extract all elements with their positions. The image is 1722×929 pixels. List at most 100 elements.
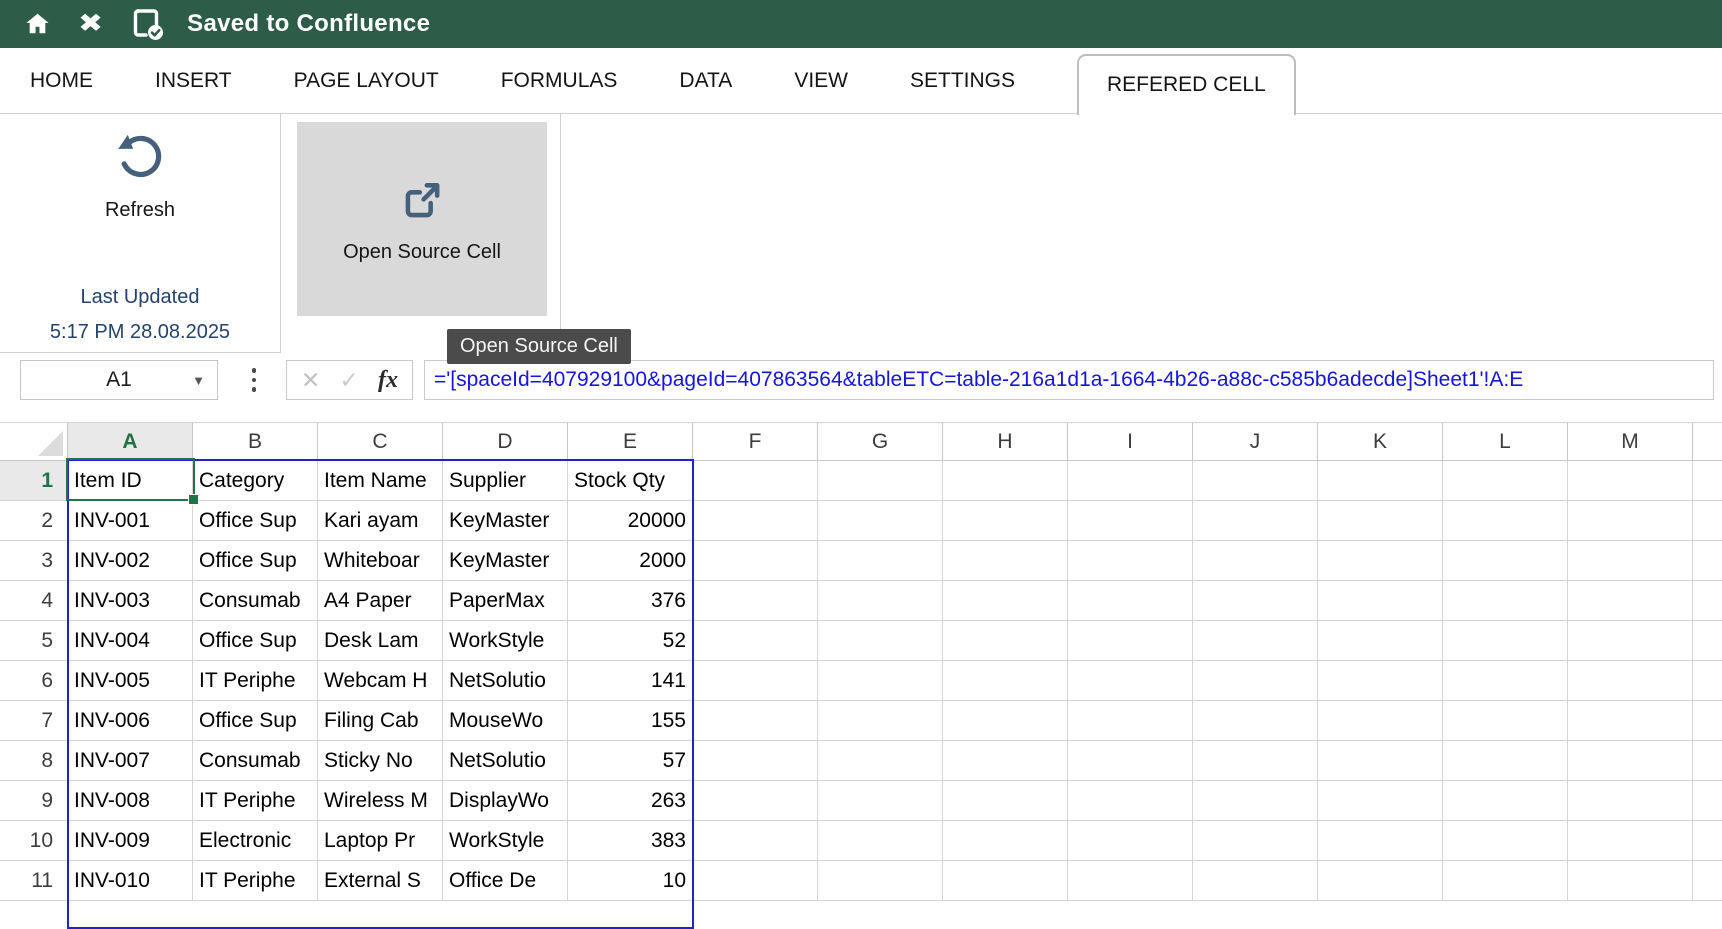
cell-C4[interactable]: A4 Paper xyxy=(318,581,443,621)
cell-L11[interactable] xyxy=(1443,861,1568,901)
cell-K6[interactable] xyxy=(1318,661,1443,701)
cell-I4[interactable] xyxy=(1068,581,1193,621)
cell-G7[interactable] xyxy=(818,701,943,741)
cell-M11[interactable] xyxy=(1568,861,1693,901)
cell-E3[interactable]: 2000 xyxy=(568,541,693,581)
tab-settings[interactable]: SETTINGS xyxy=(910,48,1015,113)
cell-H8[interactable] xyxy=(943,741,1068,781)
cell-F10[interactable] xyxy=(693,821,818,861)
cell-L5[interactable] xyxy=(1443,621,1568,661)
confirm-entry-icon[interactable]: ✓ xyxy=(340,367,359,394)
cell-H7[interactable] xyxy=(943,701,1068,741)
cell-J7[interactable] xyxy=(1193,701,1318,741)
cell-C3[interactable]: Whiteboar xyxy=(318,541,443,581)
cell-I8[interactable] xyxy=(1068,741,1193,781)
cell-C2[interactable]: Kari ayam xyxy=(318,501,443,541)
cell-I7[interactable] xyxy=(1068,701,1193,741)
cell-L6[interactable] xyxy=(1443,661,1568,701)
cell-K7[interactable] xyxy=(1318,701,1443,741)
cell-I2[interactable] xyxy=(1068,501,1193,541)
column-header-E[interactable]: E xyxy=(568,423,693,461)
cell-K8[interactable] xyxy=(1318,741,1443,781)
cell-E10[interactable]: 383 xyxy=(568,821,693,861)
column-header-L[interactable]: L xyxy=(1443,423,1568,461)
cell-E9[interactable]: 263 xyxy=(568,781,693,821)
cell-H5[interactable] xyxy=(943,621,1068,661)
row-header-10[interactable]: 10 xyxy=(0,821,68,861)
cell-F9[interactable] xyxy=(693,781,818,821)
cell-F11[interactable] xyxy=(693,861,818,901)
cell-F2[interactable] xyxy=(693,501,818,541)
cell-A4[interactable]: INV-003 xyxy=(68,581,193,621)
cell-B6[interactable]: IT Periphe xyxy=(193,661,318,701)
row-header-4[interactable]: 4 xyxy=(0,581,68,621)
cell-D4[interactable]: PaperMax xyxy=(443,581,568,621)
cell-F1[interactable] xyxy=(693,461,818,501)
cell-F4[interactable] xyxy=(693,581,818,621)
cell-J5[interactable] xyxy=(1193,621,1318,661)
cell-B10[interactable]: Electronic xyxy=(193,821,318,861)
open-source-cell-button[interactable]: Open Source Cell xyxy=(297,122,547,316)
cell-E11[interactable]: 10 xyxy=(568,861,693,901)
cell-M7[interactable] xyxy=(1568,701,1693,741)
cell-D10[interactable]: WorkStyle xyxy=(443,821,568,861)
home-icon[interactable] xyxy=(24,11,51,37)
cell-I6[interactable] xyxy=(1068,661,1193,701)
cell-H3[interactable] xyxy=(943,541,1068,581)
cell-D11[interactable]: Office De xyxy=(443,861,568,901)
cell-E6[interactable]: 141 xyxy=(568,661,693,701)
cell-M8[interactable] xyxy=(1568,741,1693,781)
name-box[interactable]: A1 ▼ xyxy=(20,360,218,400)
cell-G8[interactable] xyxy=(818,741,943,781)
cell-J11[interactable] xyxy=(1193,861,1318,901)
name-box-caret-icon[interactable]: ▼ xyxy=(192,373,205,388)
cell-A9[interactable]: INV-008 xyxy=(68,781,193,821)
cell-B3[interactable]: Office Sup xyxy=(193,541,318,581)
cell-D8[interactable]: NetSolutio xyxy=(443,741,568,781)
cell-I10[interactable] xyxy=(1068,821,1193,861)
cell-L1[interactable] xyxy=(1443,461,1568,501)
column-header-K[interactable]: K xyxy=(1318,423,1443,461)
cancel-entry-icon[interactable]: ✕ xyxy=(301,367,320,394)
cell-H2[interactable] xyxy=(943,501,1068,541)
confluence-logo-icon[interactable]: ✖ xyxy=(78,11,103,37)
column-header-B[interactable]: B xyxy=(193,423,318,461)
cell-E5[interactable]: 52 xyxy=(568,621,693,661)
cell-M6[interactable] xyxy=(1568,661,1693,701)
kebab-menu-icon[interactable] xyxy=(246,362,262,398)
cell-G2[interactable] xyxy=(818,501,943,541)
tab-formulas[interactable]: FORMULAS xyxy=(501,48,618,113)
cell-D2[interactable]: KeyMaster xyxy=(443,501,568,541)
cell-C11[interactable]: External S xyxy=(318,861,443,901)
cell-E8[interactable]: 57 xyxy=(568,741,693,781)
cell-D1[interactable]: Supplier xyxy=(443,461,568,501)
cell-I11[interactable] xyxy=(1068,861,1193,901)
cell-B1[interactable]: Category xyxy=(193,461,318,501)
cell-K1[interactable] xyxy=(1318,461,1443,501)
row-header-11[interactable]: 11 xyxy=(0,861,68,901)
cell-D3[interactable]: KeyMaster xyxy=(443,541,568,581)
cell-L2[interactable] xyxy=(1443,501,1568,541)
tab-home[interactable]: HOME xyxy=(30,48,93,113)
cell-E4[interactable]: 376 xyxy=(568,581,693,621)
cell-H11[interactable] xyxy=(943,861,1068,901)
column-header-J[interactable]: J xyxy=(1193,423,1318,461)
cell-B5[interactable]: Office Sup xyxy=(193,621,318,661)
cell-J2[interactable] xyxy=(1193,501,1318,541)
cell-M2[interactable] xyxy=(1568,501,1693,541)
cell-K2[interactable] xyxy=(1318,501,1443,541)
cell-E1[interactable]: Stock Qty xyxy=(568,461,693,501)
cell-A10[interactable]: INV-009 xyxy=(68,821,193,861)
refresh-button[interactable]: Refresh xyxy=(30,130,250,222)
cell-F3[interactable] xyxy=(693,541,818,581)
cell-C6[interactable]: Webcam H xyxy=(318,661,443,701)
cell-M5[interactable] xyxy=(1568,621,1693,661)
cell-A3[interactable]: INV-002 xyxy=(68,541,193,581)
cell-L8[interactable] xyxy=(1443,741,1568,781)
cell-L7[interactable] xyxy=(1443,701,1568,741)
cell-L3[interactable] xyxy=(1443,541,1568,581)
column-header-A[interactable]: A xyxy=(68,423,193,461)
cell-K10[interactable] xyxy=(1318,821,1443,861)
cell-L9[interactable] xyxy=(1443,781,1568,821)
cell-I3[interactable] xyxy=(1068,541,1193,581)
